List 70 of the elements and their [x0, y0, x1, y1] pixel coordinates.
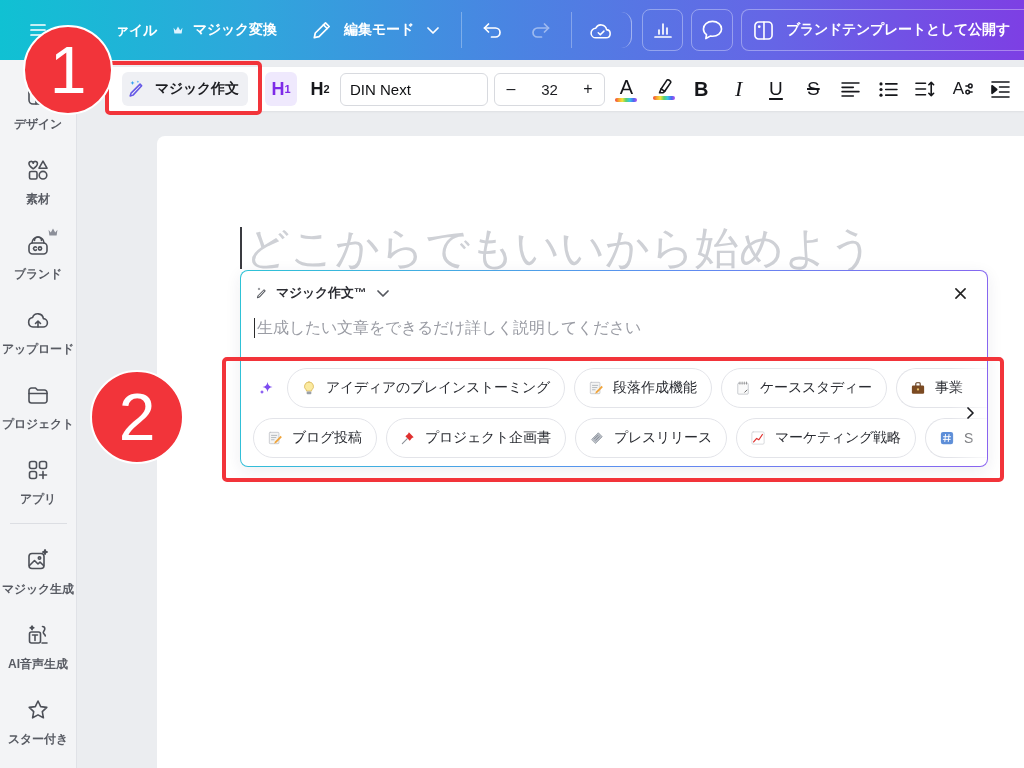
sparkle-icon: [259, 381, 273, 395]
briefcase-icon: [911, 381, 925, 395]
sliders-icon: [965, 83, 974, 95]
magic-write-button[interactable]: マジック作文: [122, 72, 248, 106]
chevron-right-icon: [966, 407, 974, 419]
chart-button[interactable]: [642, 9, 683, 51]
text-sparkle-icon: [26, 623, 50, 647]
suggestion-chip[interactable]: マーケティング戦略: [736, 418, 916, 458]
image-sparkle-icon: [26, 548, 50, 572]
shapes-icon: [26, 158, 50, 182]
sidebar-item[interactable]: アプリ: [20, 492, 56, 506]
underline-button[interactable]: U: [759, 72, 792, 106]
line-chart-icon: [751, 431, 765, 445]
sidebar-item[interactable]: デザイン: [14, 117, 62, 131]
font-size-field[interactable]: 32: [527, 80, 572, 98]
increase-button[interactable]: +: [572, 73, 604, 105]
suggestion-chip[interactable]: プレスリリース: [575, 418, 727, 458]
undo-icon: [483, 22, 502, 38]
star-icon: [26, 698, 50, 722]
font-field[interactable]: DIN Next: [340, 72, 488, 106]
layout-icon: [754, 20, 773, 40]
suggestion-chip[interactable]: ブログ投稿: [253, 418, 377, 458]
magic-pencil-icon: [256, 287, 268, 299]
sidebar-item[interactable]: アップロード: [2, 342, 74, 356]
sidebar-item[interactable]: AI音声生成: [8, 657, 68, 671]
pencil-icon: [313, 21, 331, 39]
suggestion-chip[interactable]: S: [925, 418, 987, 458]
redo-icon: [531, 22, 550, 38]
memo-icon: [268, 431, 282, 445]
color-strip-icon: [652, 96, 675, 100]
line-spacing-icon: [915, 81, 936, 97]
italic-button[interactable]: I: [722, 72, 755, 106]
close-button[interactable]: [953, 286, 967, 300]
mode-dropdown[interactable]: マジック作文™: [256, 284, 389, 302]
newspaper-icon: [590, 431, 604, 445]
suggestion-chip[interactable]: 事業: [896, 368, 987, 408]
sidebar-item[interactable]: スター付き: [8, 732, 68, 746]
speech-bubble-icon: [701, 20, 723, 40]
bold-button[interactable]: B: [685, 72, 718, 106]
bar-chart-icon: [653, 22, 672, 38]
memo-icon: [589, 381, 603, 395]
close-icon: [954, 287, 966, 299]
suggestion-chip[interactable]: ケーススタディー: [721, 368, 887, 408]
text-color-button[interactable]: A: [610, 72, 643, 106]
lightbulb-icon: [302, 381, 316, 395]
apps-grid-icon: [26, 458, 50, 482]
pushpin-icon: [401, 431, 415, 445]
suggestion-chip[interactable]: アイディアのブレインストーミング: [287, 368, 565, 408]
suggestion-chip[interactable]: 段落作成機能: [574, 368, 712, 408]
bullet-list-icon: [878, 81, 898, 97]
hash-keycap-icon: [940, 431, 954, 445]
notepad-icon: [736, 381, 750, 395]
effects-button[interactable]: A: [946, 72, 979, 106]
suggestion-chip[interactable]: プロジェクト企画書: [386, 418, 566, 458]
publish-button[interactable]: ブランドテンプレートとして公開す: [741, 9, 1024, 51]
sidebar-item[interactable]: ブランド: [14, 267, 62, 281]
cloud-check-icon: [590, 21, 612, 39]
color-strip-icon: [615, 97, 638, 102]
comment-button[interactable]: [691, 9, 733, 51]
strikethrough-button[interactable]: S: [797, 72, 830, 106]
sidebar-item[interactable]: プロジェクト: [2, 417, 74, 431]
crown-icon: [173, 26, 183, 34]
sidebar-item[interactable]: 素材: [26, 192, 50, 206]
undo-button[interactable]: [483, 22, 502, 38]
align-left-icon: [841, 81, 861, 97]
sidebar-item[interactable]: マジック生成: [2, 582, 74, 596]
brand-icon: [26, 233, 50, 257]
decrease-button[interactable]: –: [495, 73, 527, 105]
chevron-down-icon: [376, 289, 389, 297]
indent-icon: [990, 80, 1010, 98]
